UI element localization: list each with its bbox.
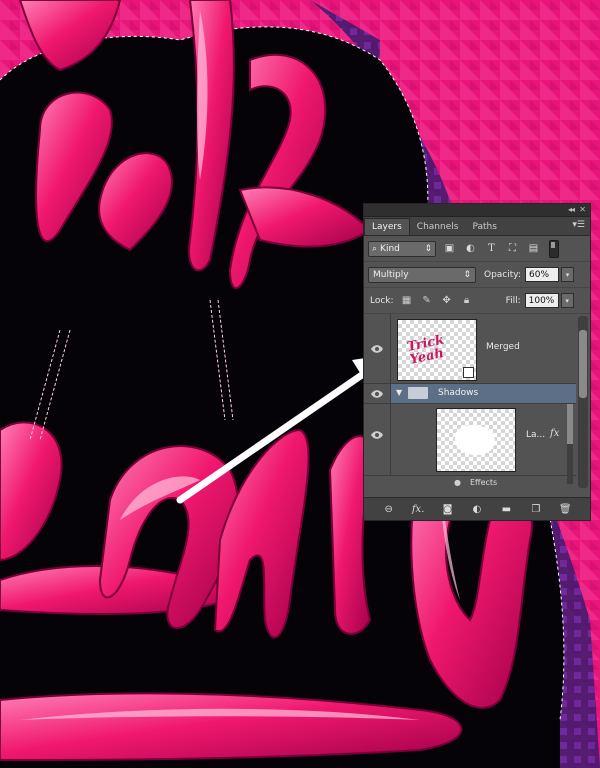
link-icon[interactable]: ⊖ (381, 504, 397, 515)
collapse-panel-icon[interactable]: ◂◂ (568, 204, 575, 216)
opacity-dropdown-button[interactable]: ▾ (561, 267, 574, 282)
panel-title-bar[interactable]: ◂◂ ✕ (364, 204, 590, 217)
layer-name: Merged (486, 342, 520, 352)
filter-kind-select[interactable]: ⌕ Kind ⇕ (368, 240, 436, 257)
effects-eye-icon[interactable]: ● (454, 478, 461, 487)
layer-row-merged[interactable]: Trick Yeah Merged (364, 314, 576, 384)
lock-all-icon[interactable]: 🔒︎ (460, 294, 474, 308)
eye-icon[interactable] (370, 344, 384, 354)
group-scroll-thumb[interactable] (567, 404, 573, 444)
mask-icon[interactable]: ◙ (440, 504, 456, 515)
adjustment-filter-icon[interactable]: ◐ (463, 242, 478, 256)
layers-scroll-thumb[interactable] (579, 330, 587, 398)
effects-label: Effects (470, 478, 498, 487)
filter-toggle[interactable] (549, 239, 559, 258)
group-scrollbar[interactable] (567, 404, 573, 484)
search-icon: ⌕ (372, 243, 378, 254)
new-layer-icon[interactable]: ❐ (528, 504, 544, 515)
layer-row-inner[interactable]: La... fx (364, 404, 576, 476)
tab-layers[interactable]: Layers (364, 218, 410, 235)
lock-row: Lock: ▦ ✎ ✥ 🔒︎ Fill: 100% ▾ (364, 288, 590, 314)
panel-menu-icon[interactable]: ▾☰ (572, 220, 585, 230)
layers-scrollbar[interactable] (578, 316, 588, 488)
folder-icon (408, 387, 428, 399)
folder-icon[interactable]: ▬ (498, 504, 514, 515)
type-filter-icon[interactable]: T (484, 242, 499, 256)
updown-icon: ⇕ (424, 243, 432, 254)
lock-position-icon[interactable]: ✥ (440, 294, 454, 308)
layer-thumbnail (436, 408, 516, 472)
blend-mode-value: Multiply (373, 269, 409, 280)
lock-label: Lock: (370, 295, 394, 306)
smart-object-filter-icon[interactable]: ▤ (526, 242, 541, 256)
layer-thumbnail: Trick Yeah (397, 319, 477, 381)
opacity-label: Opacity: (484, 269, 521, 280)
fill-input[interactable]: 100% (524, 293, 559, 308)
layers-panel: ◂◂ ✕ Layers Channels Paths ▾☰ ⌕ Kind ⇕ ▣… (363, 203, 591, 521)
image-filter-icon[interactable]: ▣ (442, 242, 457, 256)
panel-tabs: Layers Channels Paths ▾☰ (364, 217, 590, 236)
adjustment-icon[interactable]: ◐ (469, 504, 485, 515)
panel-bottom-bar: ⊖ fx. ◙ ◐ ▬ ❐ 🗑︎ (364, 497, 590, 520)
blend-mode-select[interactable]: Multiply ⇕ (368, 266, 476, 283)
fx-badge-icon[interactable]: fx (550, 428, 559, 439)
effects-row[interactable]: ● Effects (364, 476, 576, 492)
shape-filter-icon[interactable]: ⛶ (505, 242, 520, 256)
fill-label: Fill: (505, 295, 521, 306)
layer-row-shadows[interactable]: ▼ Shadows (364, 384, 576, 404)
layer-name: Shadows (438, 388, 479, 398)
updown-icon: ⇕ (463, 269, 471, 280)
tab-paths[interactable]: Paths (465, 219, 503, 235)
thumbnail-lettering: Trick Yeah (405, 332, 446, 368)
close-panel-icon[interactable]: ✕ (579, 204, 586, 216)
layers-list: Trick Yeah Merged ▼ Shadows La... fx ● E… (364, 314, 590, 492)
trash-icon[interactable]: 🗑︎ (557, 504, 573, 515)
thumbnail-shape (455, 425, 495, 455)
filter-row: ⌕ Kind ⇕ ▣ ◐ T ⛶ ▤ (364, 236, 590, 262)
expand-triangle-icon[interactable]: ▼ (396, 388, 402, 397)
layer-name: La... (526, 430, 546, 440)
filter-kind-label: Kind (380, 243, 400, 254)
opacity-input[interactable]: 60% (525, 267, 559, 282)
eye-icon[interactable] (370, 389, 384, 399)
fx-icon[interactable]: fx. (410, 504, 426, 515)
eye-icon[interactable] (370, 430, 384, 440)
lock-pixels-icon[interactable]: ✎ (420, 294, 434, 308)
blend-row: Multiply ⇕ Opacity: 60% ▾ (364, 262, 590, 288)
smart-object-badge-icon (463, 367, 474, 378)
tab-channels[interactable]: Channels (410, 219, 466, 235)
fill-dropdown-button[interactable]: ▾ (560, 293, 574, 308)
lock-transparency-icon[interactable]: ▦ (400, 294, 414, 308)
